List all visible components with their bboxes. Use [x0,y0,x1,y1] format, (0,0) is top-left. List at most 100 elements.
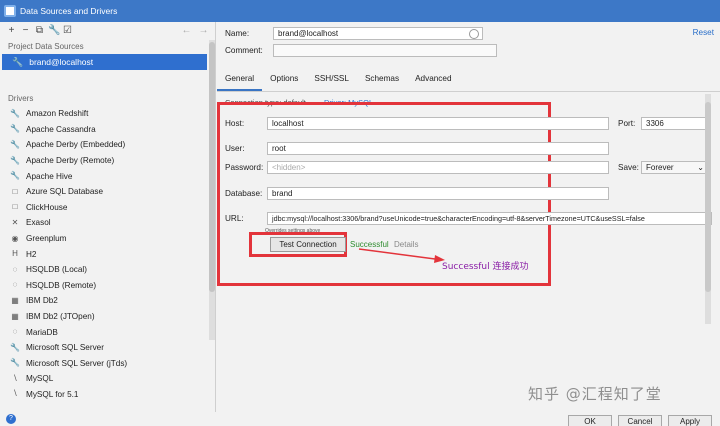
forward-arrow-icon[interactable]: → [198,25,209,37]
tab-schemas[interactable]: Schemas [357,69,407,91]
driver-label: Apache Derby (Remote) [26,156,115,166]
tab-advanced[interactable]: Advanced [407,69,459,91]
password-label: Password: [225,163,264,172]
driver-item[interactable]: ◌ HSQLDB (Remote) [0,278,215,294]
driver-label: Exasol [26,218,51,228]
driver-icon: 🔧 [10,171,20,181]
driver-item[interactable]: ∖ MySQL for 5.1 [0,387,215,403]
driver-icon: H [12,249,18,259]
tab-general[interactable]: General [217,69,263,91]
driver-item[interactable]: □ ClickHouse [0,200,215,216]
tab-options[interactable]: Options [262,69,306,91]
driver-icon: ▦ [11,295,19,305]
form-scrollbar[interactable] [705,94,711,324]
driver-item[interactable]: ▦ IBM Db2 (JTOpen) [0,309,215,325]
project-item-label: brand@localhost [29,57,94,67]
driver-label: Apache Derby (Embedded) [26,140,126,150]
comment-input[interactable] [273,44,497,57]
driver-item[interactable]: 🔧 Apache Derby (Embedded) [0,137,215,153]
driver-item[interactable]: □ Azure SQL Database [0,184,215,200]
driver-label: MariaDB [26,327,58,337]
add-icon[interactable]: + [6,25,17,37]
driver-item[interactable]: 🔧 Apache Cassandra [0,122,215,138]
window-title: Data Sources and Drivers [20,6,118,16]
host-row: Host: localhost Port: 3306 [225,117,709,130]
user-label: User: [225,144,245,153]
url-row: URL: jdbc:mysql://localhost:3306/brand?u… [225,212,712,225]
user-input[interactable]: root [267,142,609,155]
save-value: Forever [646,163,674,172]
driver-item[interactable]: 🔧 Apache Hive [0,168,215,184]
driver-label: Microsoft SQL Server [26,343,104,353]
apply-button[interactable]: Apply [668,415,712,426]
name-row: Name: brand@localhost [225,27,483,40]
save-label: Save: [618,163,639,172]
driver-item[interactable]: ◌ MariaDB [0,324,215,340]
host-input[interactable]: localhost [267,117,609,130]
driver-icon: □ [12,202,18,212]
wrench-icon[interactable]: 🔧 [48,25,60,37]
driver-item[interactable]: 🔧 Amazon Redshift [0,106,215,122]
ok-button[interactable]: OK [568,415,612,426]
driver-icon: ◌ [12,264,18,274]
project-item-brand[interactable]: 🔧 brand@localhost [2,54,207,70]
driver-label: IBM Db2 [26,296,58,306]
cancel-button[interactable]: Cancel [618,415,662,426]
driver-item[interactable]: ◌ HSQLDB (Local) [0,262,215,278]
driver-icon: 🔧 [10,124,20,134]
comment-row: Comment: [225,44,497,57]
user-row: User: root [225,142,609,155]
url-input[interactable]: jdbc:mysql://localhost:3306/brand?useUni… [267,212,712,225]
test-connection-button[interactable]: Test Connection [270,237,346,252]
driver-label: HSQLDB (Local) [26,265,87,275]
driver-item[interactable]: ◉ Greenplum [0,231,215,247]
driver-label: Apache Cassandra [26,124,96,134]
driver-item[interactable]: ✕ Exasol [0,215,215,231]
driver-item[interactable]: 🔧 Microsoft SQL Server (jTds) [0,356,215,372]
database-input[interactable]: brand [267,187,609,200]
driver-icon: 🔧 [10,108,20,118]
save-select[interactable]: Forever ⌄ [641,161,709,174]
password-row: Password: <hidden> Save: Forever ⌄ [225,161,709,174]
tab-bar: General Options SSH/SSL Schemas Advanced [217,68,720,92]
driver-item[interactable]: 🔧 Microsoft SQL Server [0,340,215,356]
remove-icon[interactable]: − [20,25,31,37]
sidebar-scrollbar[interactable] [209,40,215,340]
driver-label: MySQL for 5.1 [26,389,79,399]
tab-ssh-ssl[interactable]: SSH/SSL [306,69,357,91]
check-icon[interactable]: ☑ [62,25,73,37]
scrollbar-thumb[interactable] [705,102,711,292]
watermark: 知乎 @汇程知了堂 [528,385,662,403]
copy-icon[interactable]: ⧉ [34,25,45,37]
port-input[interactable]: 3306 [641,117,709,130]
comment-label: Comment: [225,46,263,55]
bottom-bar: ? OK Cancel Apply [0,412,720,426]
host-label: Host: [225,119,245,128]
driver-label: Greenplum [26,234,67,244]
name-clear-icon[interactable] [469,28,479,39]
driver-icon: ∖ [12,373,18,383]
help-icon[interactable]: ? [6,414,16,424]
driver-label: Microsoft SQL Server (jTds) [26,358,128,368]
name-input[interactable]: brand@localhost [273,27,483,40]
port-label: Port: [618,119,636,128]
driver-label: MySQL [26,374,54,384]
reset-link[interactable]: Reset [693,28,714,37]
driver-label: ClickHouse [26,202,68,212]
url-label: URL: [225,214,244,223]
driver-icon: ◌ [12,280,18,290]
driver-label: HSQLDB (Remote) [26,280,97,290]
driver-item[interactable]: 🔧 Apache Derby (Remote) [0,153,215,169]
scrollbar-thumb[interactable] [209,42,215,292]
driver-label: H2 [26,249,37,259]
datasource-icon: 🔧 [12,56,24,67]
left-panel: + − ⧉ 🔧 ☑ ← → Project Data Sources 🔧 bra… [0,22,216,412]
password-input[interactable]: <hidden> [267,161,609,174]
database-label: Database: [225,189,263,198]
annotation-text: Successful 连接成功 [442,262,529,272]
back-arrow-icon[interactable]: ← [181,25,192,37]
driver-item[interactable]: ∖ MySQL [0,371,215,387]
driver-item[interactable]: ▦ IBM Db2 [0,293,215,309]
driver-item[interactable]: H H2 [0,246,215,262]
drivers-label: Drivers [8,94,34,103]
